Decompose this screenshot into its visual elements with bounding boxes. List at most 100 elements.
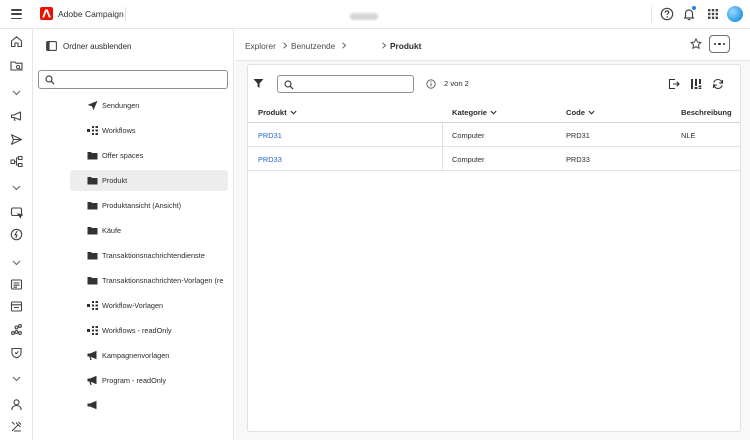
cell-produkt[interactable]: PRD31 (258, 131, 282, 140)
tree-item-transaktionsnachrichtendienste[interactable]: Transaktionsnachrichtendienste (70, 245, 228, 266)
breadcrumb-blurred-user[interactable] (350, 13, 378, 20)
workflow-icon (87, 126, 98, 135)
folder-search-input[interactable] (59, 73, 223, 86)
folder-icon (87, 152, 98, 160)
breadcrumb-explorer[interactable]: Explorer (245, 41, 276, 51)
breadcrumb-current: Produkt (390, 41, 422, 51)
templates-icon[interactable] (10, 300, 23, 313)
audiences-icon[interactable] (10, 206, 25, 219)
tree-item-label: Workflows (102, 126, 136, 135)
tree-item-label: Sendungen (102, 101, 140, 110)
megaphone-icon (87, 350, 97, 361)
hide-folders-button[interactable]: Ordner ausblenden (46, 41, 132, 51)
notification-badge (691, 5, 697, 11)
tree-item-offer-spaces[interactable]: Offer spaces (70, 145, 228, 166)
more-actions-button[interactable] (709, 35, 730, 53)
profiles-card-icon[interactable] (10, 278, 23, 291)
deliveries-send-icon[interactable] (10, 133, 23, 146)
folder-icon (87, 252, 98, 260)
tree-item-produkt[interactable]: Produkt (70, 170, 228, 191)
tree-item-transaktionsnachrichten-vorlagen[interactable]: Transaktionsnachrichten-Vorlagen (re (70, 270, 228, 291)
export-icon[interactable] (668, 78, 680, 90)
search-icon (284, 80, 294, 90)
column-header-code[interactable]: Code (566, 108, 595, 117)
tree-item-label: Workflows - readOnly (102, 326, 172, 335)
cell-code: PRD33 (566, 155, 590, 164)
configure-columns-icon[interactable] (690, 78, 702, 90)
tree-item-label: Offer spaces (102, 151, 144, 160)
tree-item-kaeufe[interactable]: Käufe (70, 220, 228, 241)
column-header-produkt[interactable]: Produkt (258, 108, 297, 117)
folder-icon (87, 202, 98, 210)
folder-icon (87, 227, 98, 235)
tree-item-workflows-readonly[interactable]: Workflows - readOnly (70, 320, 228, 341)
list-search-box[interactable] (277, 75, 414, 93)
table-row[interactable]: PRD31 Computer PRD31 NLE (248, 123, 740, 147)
workflow-icon (87, 326, 98, 335)
chevron-down-icon (490, 110, 497, 115)
list-card: 2 von 2 Produkt Kategorie Code Beschreib… (247, 64, 741, 432)
favorite-star-icon[interactable] (690, 38, 702, 50)
table-header: Produkt Kategorie Code Beschreibung (248, 101, 740, 123)
workflow-icon (87, 301, 98, 310)
user-avatar[interactable] (727, 6, 743, 22)
column-header-kategorie[interactable]: Kategorie (452, 108, 497, 117)
reports-icon[interactable] (10, 323, 23, 336)
list-search-input[interactable] (298, 78, 408, 90)
table-row[interactable]: PRD33 Computer PRD33 (248, 147, 740, 171)
tree-item-label: Program - readOnly (102, 376, 167, 385)
column-header-beschreibung[interactable]: Beschreibung (681, 108, 732, 117)
folder-search-box[interactable] (38, 70, 228, 89)
workflows-icon[interactable] (10, 155, 23, 168)
refresh-icon[interactable] (712, 78, 724, 90)
tree-item-program-readonly[interactable]: Program - readOnly (70, 370, 228, 391)
folder-panel: Ordner ausblenden Sendungen Workflows Of… (34, 29, 234, 440)
chevron-down-icon[interactable] (11, 375, 22, 383)
tree-item-label: Produktansicht (Ansicht) (102, 201, 182, 210)
cell-produkt[interactable]: PRD33 (258, 155, 282, 164)
megaphone-icon (87, 375, 97, 386)
offers-icon[interactable] (10, 228, 23, 241)
chevron-right-icon (342, 42, 347, 49)
column-divider (442, 147, 443, 171)
user-icon[interactable] (10, 398, 23, 411)
tree-item-produktansicht[interactable]: Produktansicht (Ansicht) (70, 195, 228, 216)
app-title[interactable]: Adobe Campaign (58, 9, 124, 19)
administration-icon[interactable] (10, 420, 23, 433)
tree-item-label: Transaktionsnachrichten-Vorlagen (re (102, 276, 224, 285)
home-icon[interactable] (10, 35, 23, 48)
tree-item-label: Produkt (102, 176, 128, 185)
hamburger-menu-icon[interactable] (11, 9, 22, 19)
topbar-divider-right (651, 7, 652, 22)
tree-item-workflows[interactable]: Workflows (70, 120, 228, 141)
tree-item-partial[interactable] (70, 395, 228, 416)
tree-item-workflow-vorlagen[interactable]: Workflow-Vorlagen (70, 295, 228, 316)
tree-item-kampagnenvorlagen[interactable]: Kampagnenvorlagen (70, 345, 228, 366)
send-icon (87, 100, 98, 111)
topbar-divider (125, 7, 126, 22)
folder-icon (87, 277, 98, 285)
explorer-icon[interactable] (10, 59, 23, 72)
chevron-down-icon[interactable] (11, 184, 22, 192)
tree-item-label: Transaktionsnachrichtendienste (102, 251, 205, 260)
left-navigation-rail (0, 29, 33, 440)
chevron-right-icon (283, 42, 288, 49)
app-switcher-icon[interactable] (706, 7, 720, 21)
tree-item-label: Kampagnenvorlagen (102, 351, 170, 360)
campaigns-megaphone-icon[interactable] (10, 110, 23, 123)
chevron-down-icon[interactable] (11, 89, 22, 97)
help-icon[interactable] (660, 7, 674, 21)
security-shield-icon[interactable] (10, 346, 23, 359)
adobe-logo-icon[interactable] (40, 7, 53, 20)
folder-icon (87, 177, 98, 185)
breadcrumb-benutzende[interactable]: Benutzende (291, 41, 335, 51)
hide-folders-label: Ordner ausblenden (63, 41, 132, 51)
info-icon[interactable] (426, 79, 436, 89)
tree-item-sendungen[interactable]: Sendungen (70, 95, 228, 116)
filter-icon[interactable] (253, 78, 264, 89)
chevron-down-icon[interactable] (11, 259, 22, 267)
column-divider (442, 123, 443, 147)
breadcrumb: Explorer Benutzende Produkt (235, 29, 750, 61)
panel-toggle-icon (46, 41, 57, 51)
cell-beschreibung: NLE (681, 131, 696, 140)
